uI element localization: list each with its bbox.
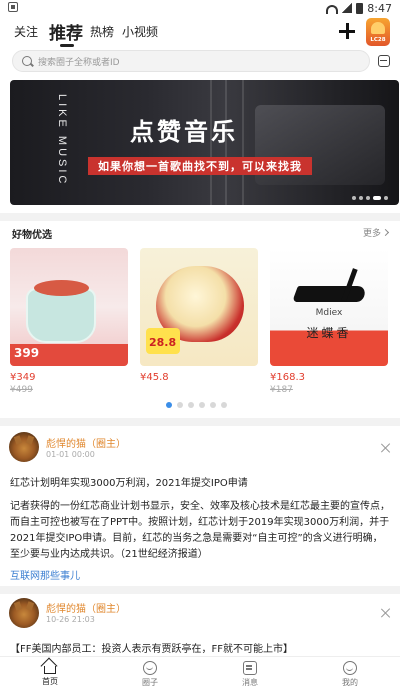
tab-home[interactable]: 首页 xyxy=(20,657,80,690)
section-divider xyxy=(0,418,400,426)
author-name[interactable]: 彪悍的猫（圈主） xyxy=(46,600,126,615)
profile-icon xyxy=(343,661,357,675)
tab-follow[interactable]: 关注 xyxy=(14,16,38,46)
tab-messages[interactable]: 消息 xyxy=(220,657,280,690)
close-icon[interactable] xyxy=(381,608,391,618)
banner-vertical-text: LIKE MUSIC xyxy=(56,94,68,187)
product-original-price xyxy=(140,385,258,397)
product-price: ¥349 xyxy=(10,372,36,383)
wifi-icon xyxy=(326,4,339,14)
status-time: 8:47 xyxy=(367,1,392,15)
tab-messages-label: 消息 xyxy=(242,678,258,687)
goods-section-title: 好物优选 xyxy=(12,230,52,241)
post-topic-link[interactable]: 互联网那些事儿 xyxy=(10,567,80,582)
banner-pager xyxy=(352,196,388,200)
author-name[interactable]: 彪悍的猫（圈主） xyxy=(46,435,126,450)
post-body: 记者获得的一份红芯商业计划书显示，安全、效率及核心技术是红芯最主要的宣传点，而自… xyxy=(10,501,390,560)
battery-icon xyxy=(356,2,364,14)
home-icon xyxy=(44,666,56,674)
product-image-high-heel: Mdiex 迷蝶香 xyxy=(270,248,388,366)
search-icon xyxy=(22,56,32,66)
avatar-badge: LC28 xyxy=(370,37,386,43)
circle-icon xyxy=(143,661,157,675)
status-icons: 8:47 xyxy=(326,0,392,16)
product-image-badge: 28.8 xyxy=(149,336,177,349)
product-name: 迷蝶香 xyxy=(306,326,352,340)
search-input[interactable]: 搜索圈子全称或者ID xyxy=(12,50,370,72)
scan-menu-icon[interactable] xyxy=(378,55,390,67)
product-original-price: ¥499 xyxy=(10,385,33,395)
tab-circle[interactable]: 圈子 xyxy=(120,657,180,690)
product-card[interactable]: Mdiex 迷蝶香 ¥168.3 ¥187 xyxy=(270,248,388,397)
product-image-badge: 399 xyxy=(14,346,40,360)
status-bar: 8:47 xyxy=(0,0,400,16)
tab-me-label: 我的 xyxy=(342,678,358,687)
author-avatar[interactable] xyxy=(9,598,39,628)
user-avatar[interactable]: LC28 xyxy=(366,18,390,46)
search-placeholder: 搜索圈子全称或者ID xyxy=(38,57,120,68)
post-title: 【FF美国内部员工：投资人表示有贾跃亭在，FF就不可能上市】 xyxy=(10,644,294,655)
signal-icon xyxy=(342,3,353,13)
goods-pager xyxy=(166,402,227,408)
banner-title: 点赞音乐 xyxy=(130,118,238,146)
tab-me[interactable]: 我的 xyxy=(320,657,380,690)
product-price: ¥168.3 xyxy=(270,372,305,383)
tab-circle-label: 圈子 xyxy=(142,678,158,687)
active-tab-indicator xyxy=(60,44,74,47)
tab-home-label: 首页 xyxy=(42,677,58,686)
banner-subtitle: 如果你想一首歌曲找不到，可以来找我 xyxy=(88,157,312,175)
product-price: ¥45.8 xyxy=(140,372,169,383)
goods-more-link[interactable]: 更多 xyxy=(363,226,388,239)
top-nav: 关注 推荐 热榜 小视频 LC28 xyxy=(0,16,400,47)
tab-hot-list[interactable]: 热榜 xyxy=(90,16,114,46)
post-time: 01-01 00:00 xyxy=(46,450,95,459)
product-card[interactable]: 399 ¥349 ¥499 xyxy=(10,248,128,397)
close-icon[interactable] xyxy=(381,443,391,453)
product-original-price: ¥187 xyxy=(270,385,293,395)
product-brand: Mdiex xyxy=(315,308,343,318)
product-image-apple: 28.8 xyxy=(140,248,258,366)
add-button[interactable] xyxy=(337,21,357,41)
music-banner[interactable]: LIKE MUSIC 点赞音乐 如果你想一首歌曲找不到，可以来找我 xyxy=(10,80,399,205)
post-time: 10-26 21:03 xyxy=(46,615,95,624)
post-title: 红芯计划明年实现3000万利润，2021年提交IPO申请 xyxy=(10,478,248,489)
section-divider xyxy=(0,213,400,221)
product-image-hotpot: 399 xyxy=(10,248,128,366)
message-icon xyxy=(243,661,257,675)
author-avatar[interactable] xyxy=(9,432,39,462)
product-card[interactable]: 28.8 ¥45.8 xyxy=(140,248,258,397)
tab-recommend[interactable]: 推荐 xyxy=(49,16,83,46)
notification-icon xyxy=(8,2,18,12)
tab-short-video[interactable]: 小视频 xyxy=(122,16,158,46)
bottom-tab-bar: 首页 圈子 消息 我的 xyxy=(0,656,400,690)
section-divider xyxy=(0,586,400,594)
